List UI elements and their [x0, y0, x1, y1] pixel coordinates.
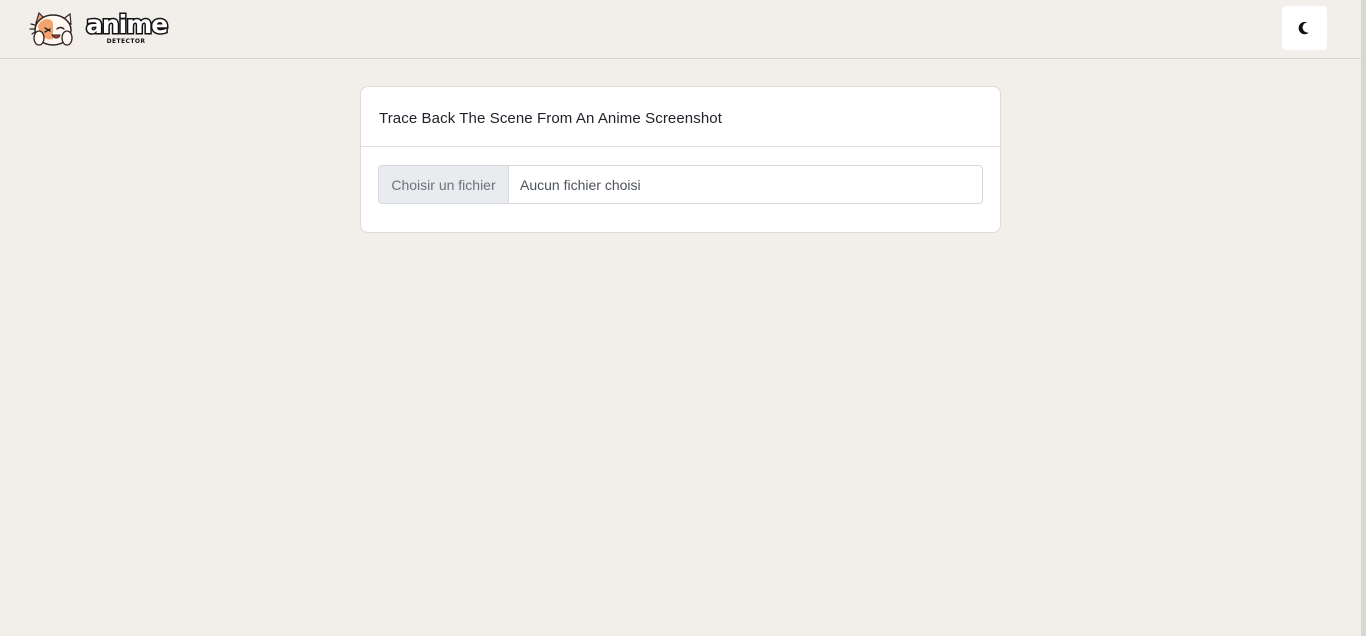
logo-sub-text: DETECTOR	[107, 38, 146, 45]
anime-detector-logo[interactable]: anime DETECTOR	[28, 8, 170, 48]
screenshot-search-card: Trace Back The Scene From An Anime Scree…	[360, 86, 1001, 233]
logo-main-text: anime	[86, 10, 167, 39]
choose-file-button[interactable]: Choisir un fichier	[379, 166, 509, 203]
cat-mascot-icon	[29, 11, 73, 46]
page: anime DETECTOR Trace Back The Scene From…	[0, 0, 1366, 636]
card-body: Choisir un fichier Aucun fichier choisi	[361, 147, 1000, 233]
theme-toggle-button[interactable]	[1282, 6, 1327, 50]
screenshot-file-input[interactable]: Choisir un fichier Aucun fichier choisi	[378, 165, 983, 204]
page-scrollbar[interactable]	[1361, 0, 1366, 636]
file-status-text: Aucun fichier choisi	[520, 176, 641, 193]
card-title: Trace Back The Scene From An Anime Scree…	[379, 109, 722, 127]
moon-icon	[1298, 21, 1309, 35]
top-header: anime DETECTOR	[0, 0, 1361, 59]
card-header: Trace Back The Scene From An Anime Scree…	[361, 87, 1000, 147]
